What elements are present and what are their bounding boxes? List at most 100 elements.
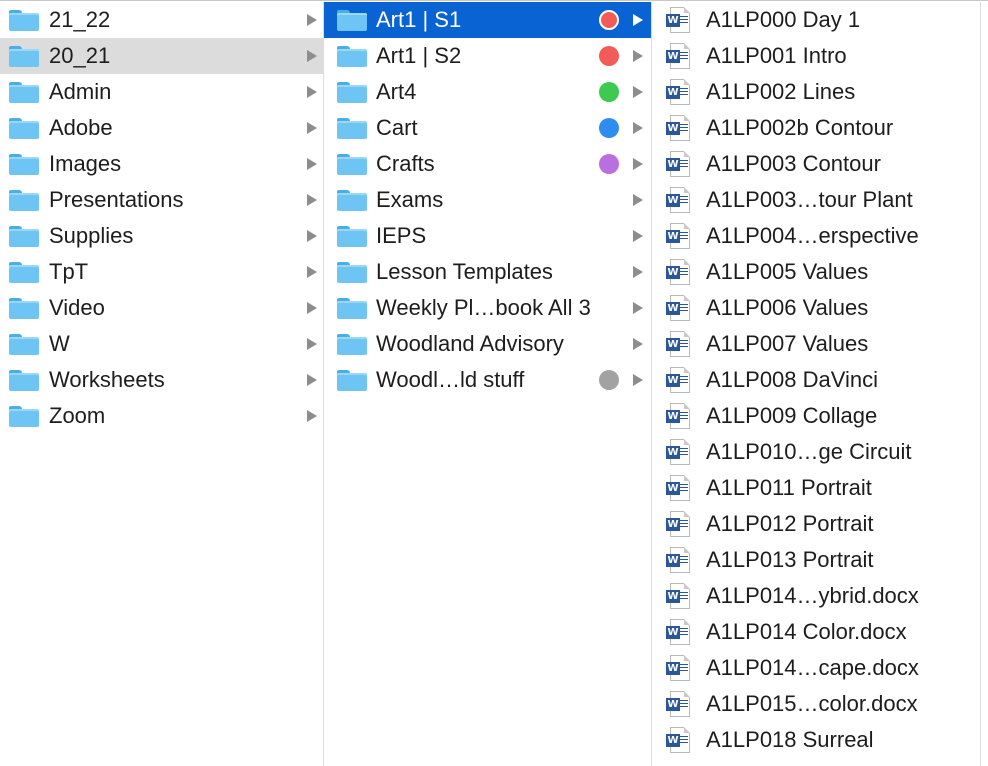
folder-icon (337, 45, 367, 67)
item-label: A1LP014…ybrid.docx (706, 583, 919, 608)
folder-row-tpt[interactable]: TpT (0, 254, 323, 290)
word-document-icon: W (666, 115, 692, 141)
folder-row-ieps[interactable]: IEPS (324, 218, 651, 254)
item-label: A1LP014 Color.docx (706, 619, 907, 644)
file-row[interactable]: W A1LP006 Values (652, 290, 980, 326)
folder-row-exams[interactable]: Exams (324, 182, 651, 218)
chevron-right-icon (633, 50, 643, 62)
item-label: A1LP012 Portrait (706, 511, 874, 536)
folder-row-woodl-ld-stuff[interactable]: Woodl…ld stuff (324, 362, 651, 398)
item-label: Admin (49, 79, 112, 104)
file-row[interactable]: W A1LP008 DaVinci (652, 362, 980, 398)
file-row[interactable]: W A1LP013 Portrait (652, 542, 980, 578)
folder-row-art1-s1[interactable]: Art1 | S1 (324, 2, 651, 38)
item-label: A1LP003 Contour (706, 151, 881, 176)
file-row[interactable]: W A1LP012 Portrait (652, 506, 980, 542)
word-document-icon: W (666, 511, 692, 537)
item-label: W (49, 331, 70, 356)
item-label: A1LP001 Intro (706, 43, 847, 68)
folder-row-art1-s2[interactable]: Art1 | S2 (324, 38, 651, 74)
folder-row-woodland-advisory[interactable]: Woodland Advisory (324, 326, 651, 362)
word-document-icon: W (666, 439, 692, 465)
item-label: A1LP014…cape.docx (706, 655, 919, 680)
column-folders-20-21[interactable]: Art1 | S1 Art1 | S2 Art4 Cart Crafts Exams IEP… (324, 2, 652, 766)
item-label: Art1 | S2 (376, 43, 462, 68)
file-row[interactable]: W A1LP010…ge Circuit (652, 434, 980, 470)
folder-row-presentations[interactable]: Presentations (0, 182, 323, 218)
file-row[interactable]: W A1LP007 Values (652, 326, 980, 362)
item-label: Video (49, 295, 105, 320)
chevron-right-icon (633, 302, 643, 314)
file-row[interactable]: W A1LP014 Color.docx (652, 614, 980, 650)
word-document-icon: W (666, 583, 692, 609)
item-label: A1LP004…erspective (706, 223, 919, 248)
file-row[interactable]: W A1LP014…ybrid.docx (652, 578, 980, 614)
file-row[interactable]: W A1LP002b Contour (652, 110, 980, 146)
item-label: Crafts (376, 151, 435, 176)
folder-row-w[interactable]: W (0, 326, 323, 362)
folder-row-admin[interactable]: Admin (0, 74, 323, 110)
folder-icon (9, 225, 39, 247)
item-label: A1LP002b Contour (706, 115, 894, 140)
file-row[interactable]: W A1LP015…color.docx (652, 686, 980, 722)
file-row[interactable]: W A1LP011 Portrait (652, 470, 980, 506)
folder-row-21-22[interactable]: 21_22 (0, 2, 323, 38)
folder-row-zoom[interactable]: Zoom (0, 398, 323, 434)
folder-row-art4[interactable]: Art4 (324, 74, 651, 110)
file-row[interactable]: W A1LP003…tour Plant (652, 182, 980, 218)
folder-row-lesson-templates[interactable]: Lesson Templates (324, 254, 651, 290)
folder-row-20-21[interactable]: 20_21 (0, 38, 323, 74)
file-row[interactable]: W A1LP001 Intro (652, 38, 980, 74)
word-document-icon: W (666, 7, 692, 33)
folder-row-worksheets[interactable]: Worksheets (0, 362, 323, 398)
item-label: Adobe (49, 115, 113, 140)
folder-row-crafts[interactable]: Crafts (324, 146, 651, 182)
file-row[interactable]: W A1LP002 Lines (652, 74, 980, 110)
item-label: A1LP011 Portrait (706, 475, 872, 500)
column-folders-root[interactable]: 21_22 20_21 Admin Adobe Images Presentations S… (0, 2, 324, 766)
color-tag-dot (599, 46, 619, 66)
file-row[interactable]: W A1LP009 Collage (652, 398, 980, 434)
item-label: Exams (376, 187, 444, 212)
file-row[interactable]: W A1LP003 Contour (652, 146, 980, 182)
chevron-right-icon (307, 302, 317, 314)
file-row[interactable]: W A1LP018 Surreal (652, 722, 980, 758)
folder-row-cart[interactable]: Cart (324, 110, 651, 146)
folder-icon (9, 189, 39, 211)
folder-row-supplies[interactable]: Supplies (0, 218, 323, 254)
item-label: A1LP009 Collage (706, 403, 878, 428)
folder-icon (337, 369, 367, 391)
folder-row-weekly-pl-book-all-3[interactable]: Weekly Pl…book All 3 (324, 290, 651, 326)
folder-row-video[interactable]: Video (0, 290, 323, 326)
folder-icon (337, 225, 367, 247)
color-tag-dot (599, 370, 619, 390)
file-row[interactable]: W A1LP000 Day 1 (652, 2, 980, 38)
chevron-right-icon (307, 230, 317, 242)
word-document-icon: W (666, 295, 692, 321)
column-browser: 21_22 20_21 Admin Adobe Images Presentations S… (0, 0, 988, 766)
folder-icon (337, 9, 367, 31)
item-label: TpT (49, 259, 89, 284)
item-label: 20_21 (49, 43, 111, 68)
folder-row-images[interactable]: Images (0, 146, 323, 182)
file-row[interactable]: W A1LP005 Values (652, 254, 980, 290)
file-row[interactable]: W A1LP014…cape.docx (652, 650, 980, 686)
column-files-art1-s1[interactable]: W A1LP000 Day 1 W A1LP001 Intro W A1LP002 Lin… (652, 2, 981, 766)
folder-row-adobe[interactable]: Adobe (0, 110, 323, 146)
word-document-icon: W (666, 151, 692, 177)
folder-icon (9, 333, 39, 355)
word-document-icon: W (666, 79, 692, 105)
file-row[interactable]: W A1LP004…erspective (652, 218, 980, 254)
chevron-right-icon (633, 86, 643, 98)
item-label: A1LP013 Portrait (706, 547, 874, 572)
chevron-right-icon (633, 158, 643, 170)
item-label: Art1 | S1 (376, 7, 462, 32)
item-label: Woodland Advisory (376, 331, 564, 356)
word-document-icon: W (666, 331, 692, 357)
color-tag-dot (599, 10, 619, 30)
chevron-right-icon (307, 158, 317, 170)
item-label: A1LP007 Values (706, 331, 869, 356)
folder-icon (337, 117, 367, 139)
folder-icon (337, 261, 367, 283)
folder-icon (9, 153, 39, 175)
